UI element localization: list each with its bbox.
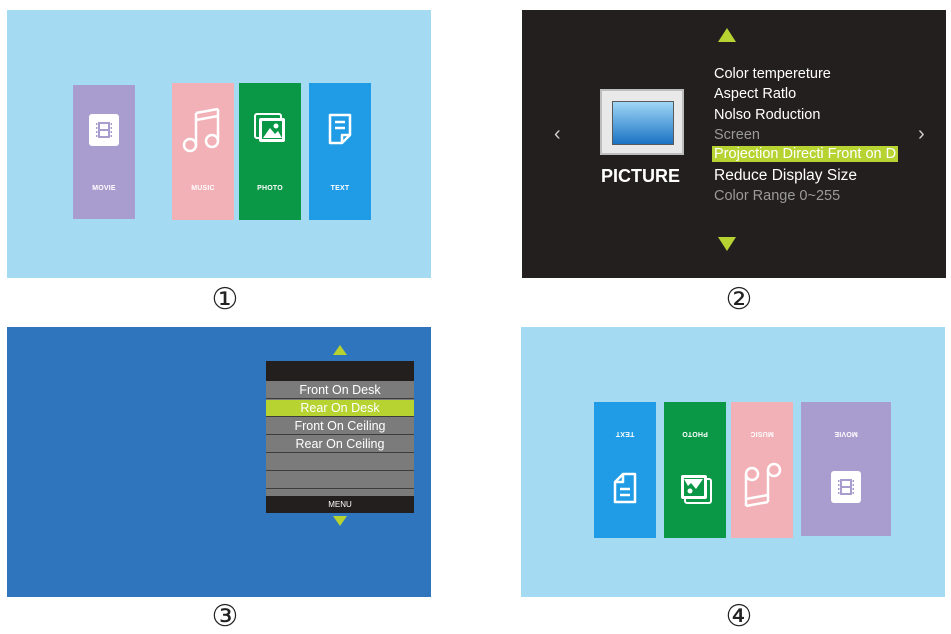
photo-icon xyxy=(681,475,712,504)
option-rear-on-ceiling[interactable]: Rear On Ceiling xyxy=(266,436,414,453)
picture-title: PICTURE xyxy=(601,166,681,186)
scroll-down-arrow-icon[interactable] xyxy=(332,515,348,527)
tile-music-label: MUSIC xyxy=(191,185,215,192)
scroll-up-arrow-icon[interactable] xyxy=(717,27,737,43)
scroll-up-arrow-icon[interactable] xyxy=(332,344,348,356)
tile-text-label: TEXT xyxy=(330,185,350,192)
option-front-on-ceiling[interactable]: Front On Ceiling xyxy=(266,418,414,435)
scroll-down-arrow-icon[interactable] xyxy=(717,236,737,252)
option-rear-on-desk[interactable]: Rear On Desk xyxy=(266,400,414,417)
tile-music[interactable]: MUSIC xyxy=(731,402,793,538)
tile-photo-label: PHOTO xyxy=(682,430,708,437)
options-header-bar xyxy=(266,361,414,381)
option-empty-1 xyxy=(266,454,414,471)
menu-item-color-temperature[interactable]: Color tempereture xyxy=(714,66,831,82)
film-icon xyxy=(89,114,119,146)
tile-movie-label: MOVIE xyxy=(834,430,858,437)
panel-3-number: ③ xyxy=(211,600,239,633)
menu-footer[interactable]: MENU xyxy=(266,496,414,513)
tile-photo-label: PHOTO xyxy=(257,185,283,192)
menu-item-screen[interactable]: Screen xyxy=(714,127,760,143)
tile-text[interactable]: TEXT xyxy=(594,402,656,538)
panel-4-home-menu-rotated: TEXT PHOTO MUSIC MOVIE xyxy=(521,327,945,597)
panel-1-home-menu: MOVIE MUSIC PHOTO TEXT xyxy=(7,10,431,278)
tile-photo[interactable]: PHOTO xyxy=(239,83,301,220)
tile-music-label: MUSIC xyxy=(750,430,774,437)
menu-item-reduce-display-size[interactable]: Reduce Display Size xyxy=(714,167,857,185)
panel-2-number: ② xyxy=(725,283,753,316)
nav-right-arrow[interactable]: › xyxy=(918,123,925,146)
film-icon xyxy=(831,471,861,503)
menu-item-projection-direction[interactable]: Projection Directi Front on D xyxy=(712,146,899,162)
panel-4-number: ④ xyxy=(725,600,753,633)
document-icon xyxy=(613,472,637,504)
music-note-icon xyxy=(744,462,782,508)
menu-item-noise-reduction[interactable]: Nolso Roduction xyxy=(714,107,820,123)
tile-movie[interactable]: MOVIE xyxy=(801,402,891,536)
tile-music[interactable]: MUSIC xyxy=(172,83,234,220)
menu-item-color-range[interactable]: Color Range 0~255 xyxy=(714,188,840,204)
photo-icon xyxy=(254,113,285,142)
panel-1-number: ① xyxy=(211,283,239,316)
tile-text-label: TEXT xyxy=(615,430,635,437)
option-empty-2 xyxy=(266,472,414,489)
picture-thumbnail-icon xyxy=(600,89,684,155)
music-note-icon xyxy=(182,107,220,153)
menu-item-aspect-ratio[interactable]: Aspect Ratlo xyxy=(714,86,796,102)
document-icon xyxy=(328,113,352,145)
tile-movie[interactable]: MOVIE xyxy=(73,85,135,219)
nav-left-arrow[interactable]: ‹ xyxy=(554,123,561,146)
tile-photo[interactable]: PHOTO xyxy=(664,402,726,538)
tile-text[interactable]: TEXT xyxy=(309,83,371,220)
option-front-on-desk[interactable]: Front On Desk xyxy=(266,382,414,399)
tile-movie-label: MOVIE xyxy=(92,185,116,192)
